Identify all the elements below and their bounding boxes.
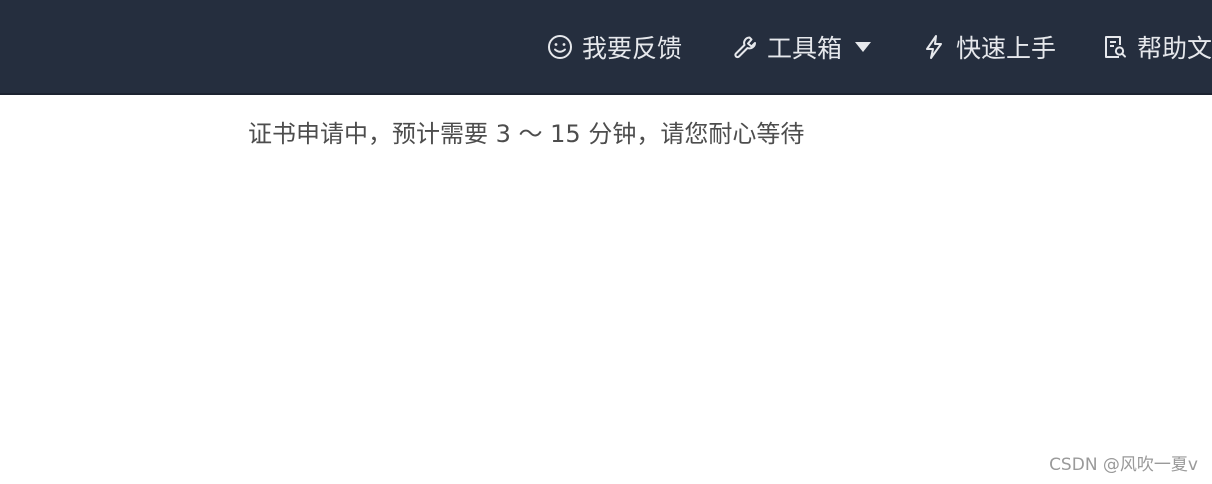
- document-search-icon: [1101, 33, 1129, 61]
- nav-toolbox[interactable]: 工具箱: [731, 0, 872, 93]
- nav-feedback[interactable]: 我要反馈: [546, 0, 682, 93]
- lightning-icon: [920, 33, 948, 61]
- nav-help-docs[interactable]: 帮助文: [1101, 0, 1212, 93]
- caret-down-icon: [854, 41, 872, 53]
- smiley-icon: [546, 33, 574, 61]
- certificate-status-message: 证书申请中，预计需要 3 ～ 15 分钟，请您耐心等待: [248, 120, 805, 148]
- nav-quick-start-label: 快速上手: [956, 33, 1057, 63]
- nav-help-docs-label: 帮助文: [1137, 33, 1212, 63]
- nav-quick-start[interactable]: 快速上手: [920, 0, 1056, 93]
- watermark: CSDN @风吹一夏v: [1049, 455, 1198, 475]
- nav-feedback-label: 我要反馈: [582, 33, 683, 63]
- nav-toolbox-label: 工具箱: [767, 33, 843, 63]
- top-navigation-bar: 我要反馈 工具箱 快速上手 帮助文: [0, 0, 1212, 95]
- wrench-icon: [731, 33, 759, 61]
